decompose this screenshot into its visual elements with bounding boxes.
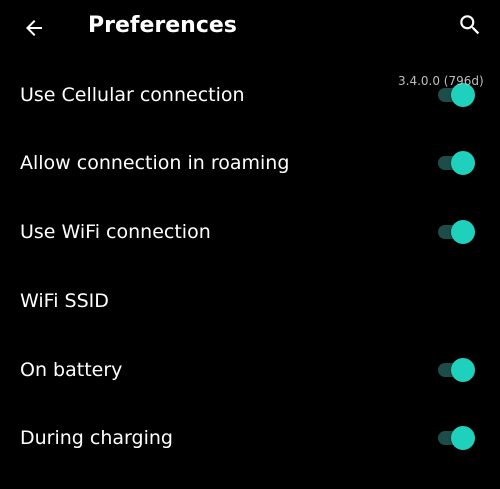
pref-label: Use Cellular connection (20, 84, 245, 106)
pref-label: Allow connection in roaming (20, 152, 290, 174)
pref-use-cellular[interactable]: Use Cellular connection (0, 61, 500, 129)
version-label: 3.4.0.0 (796d) (398, 74, 484, 88)
search-icon (460, 15, 480, 35)
pref-label: WiFi SSID (20, 290, 109, 312)
pref-on-battery[interactable]: On battery (0, 336, 500, 404)
switch-thumb (451, 151, 475, 175)
pref-wifi-ssid[interactable]: WiFi SSID (0, 267, 500, 335)
charging-switch[interactable] (438, 426, 476, 450)
pref-during-charging[interactable]: During charging (0, 404, 500, 472)
battery-switch[interactable] (438, 358, 476, 382)
back-button[interactable] (14, 8, 54, 48)
switch-thumb (451, 358, 475, 382)
arrow-back-icon (26, 20, 42, 36)
switch-thumb (451, 220, 475, 244)
pref-label: On battery (20, 359, 123, 381)
pref-use-wifi[interactable]: Use WiFi connection (0, 198, 500, 266)
pref-label: During charging (20, 427, 173, 449)
pref-label: Use WiFi connection (20, 221, 211, 243)
wifi-switch[interactable] (438, 220, 476, 244)
search-button[interactable] (450, 5, 490, 45)
pref-allow-roaming[interactable]: Allow connection in roaming (0, 129, 500, 197)
app-bar: Preferences (0, 0, 500, 56)
switch-thumb (451, 426, 475, 450)
roaming-switch[interactable] (438, 151, 476, 175)
page-title: Preferences (88, 13, 237, 38)
